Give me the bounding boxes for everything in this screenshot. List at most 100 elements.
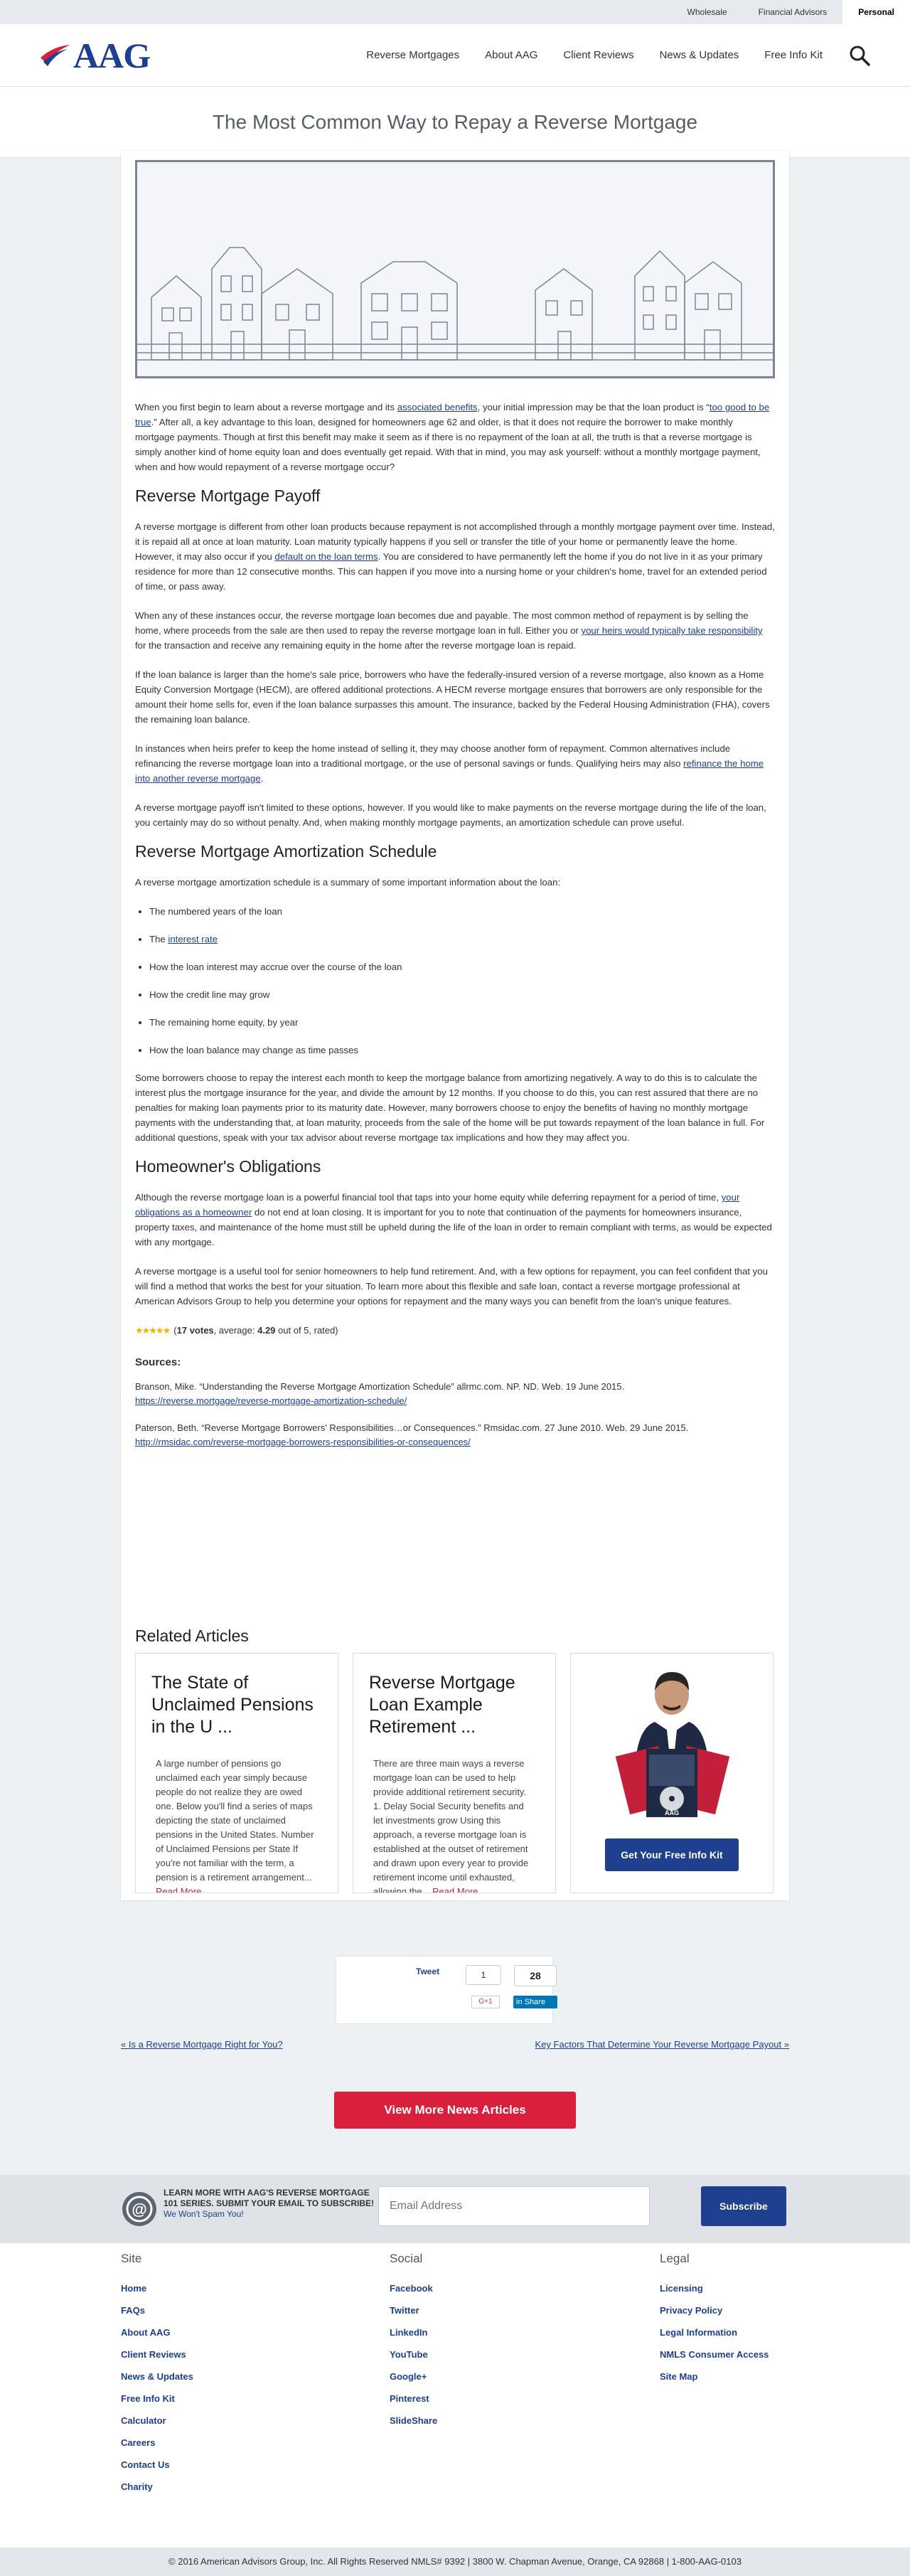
info-kit-promo: AAG Get Your Free Info Kit: [570, 1653, 774, 1893]
footer-link-charity[interactable]: Charity: [121, 2481, 193, 2492]
source-entry: Paterson, Beth. “Reverse Mortgage Borrow…: [135, 1421, 775, 1449]
footer-link-licensing[interactable]: Licensing: [660, 2283, 769, 2294]
aag-logo[interactable]: AAG: [39, 35, 151, 76]
footer-link-contact[interactable]: Contact Us: [121, 2459, 193, 2470]
utility-wholesale[interactable]: Wholesale: [672, 0, 743, 24]
footer-link-slideshare[interactable]: SlideShare: [390, 2415, 437, 2426]
link-heirs-responsibility[interactable]: your heirs would typically take responsi…: [581, 625, 762, 636]
related-card[interactable]: Reverse Mortgage Loan Example Retirement…: [353, 1653, 556, 1893]
utility-personal[interactable]: Personal: [842, 0, 910, 24]
nav-reverse-mortgages[interactable]: Reverse Mortgages: [366, 49, 459, 61]
amort-list: The numbered years of the loan The inter…: [149, 904, 775, 1058]
oblig-p1-text-a: Although the reverse mortgage loan is a …: [135, 1192, 722, 1203]
related-card-excerpt: There are three main ways a reverse mort…: [373, 1757, 535, 1893]
nav-news-updates[interactable]: News & Updates: [660, 49, 739, 61]
email-at-icon: @: [122, 2192, 156, 2226]
payoff-paragraph-2: When any of these instances occur, the r…: [135, 608, 775, 653]
intro-text-c: .” After all, a key advantage to this lo…: [135, 417, 761, 472]
rating-average: 4.29: [257, 1325, 276, 1336]
article-body: When you first begin to learn about a re…: [135, 400, 775, 1462]
link-associated-benefits[interactable]: associated benefits: [397, 402, 478, 413]
related-card-title[interactable]: Reverse Mortgage Loan Example Retirement…: [369, 1672, 540, 1738]
rating-text-b: , average:: [213, 1325, 258, 1336]
related-articles-title: Related Articles: [135, 1627, 249, 1645]
payoff-p4-text-a: In instances when heirs prefer to keep t…: [135, 743, 731, 769]
payoff-paragraph-1: A reverse mortgage is different from oth…: [135, 519, 775, 594]
main-nav: Reverse Mortgages About AAG Client Revie…: [366, 44, 871, 67]
source-citation: Paterson, Beth. “Reverse Mortgage Borrow…: [135, 1422, 689, 1433]
footer-link-sitemap[interactable]: Site Map: [660, 2371, 769, 2382]
amort-paragraph-1: A reverse mortgage amortization schedule…: [135, 877, 561, 888]
intro-paragraph: When you first begin to learn about a re…: [135, 400, 775, 474]
footer-legal-title: Legal: [660, 2252, 690, 2265]
page-title-bar: The Most Common Way to Repay a Reverse M…: [0, 87, 910, 158]
view-more-news-button[interactable]: View More News Articles: [334, 2092, 576, 2129]
rating-text: (17 votes, average: 4.29 out of 5, rated…: [173, 1323, 338, 1338]
post-rating: ★★★★★ (17 votes, average: 4.29 out of 5,…: [135, 1323, 775, 1338]
footer-link-legal-info[interactable]: Legal Information: [660, 2327, 769, 2338]
linkedin-share-button[interactable]: in Share: [513, 1996, 557, 2008]
previous-post-link[interactable]: « Is a Reverse Mortgage Right for You?: [121, 2039, 283, 2050]
copyright-bar: © 2016 American Advisors Group, Inc. All…: [0, 2548, 910, 2576]
footer-legal-column: Legal Licensing Privacy Policy Legal Inf…: [660, 2243, 769, 2393]
nav-about-aag[interactable]: About AAG: [485, 49, 537, 61]
read-more-link[interactable]: Read More: [432, 1886, 478, 1893]
email-input[interactable]: [378, 2186, 650, 2226]
list-item: How the credit line may grow: [149, 987, 775, 1002]
next-post-link[interactable]: Key Factors That Determine Your Reverse …: [535, 2039, 789, 2050]
subscribe-button[interactable]: Subscribe: [701, 2186, 786, 2226]
payoff-paragraph-3: If the loan balance is larger than the h…: [135, 669, 770, 725]
footer-site-title: Site: [121, 2252, 142, 2265]
related-card[interactable]: The State of Unclaimed Pensions in the U…: [135, 1653, 338, 1893]
get-free-info-kit-button[interactable]: Get Your Free Info Kit: [605, 1838, 739, 1871]
footer-link-about[interactable]: About AAG: [121, 2327, 193, 2338]
footer-link-nmls[interactable]: NMLS Consumer Access: [660, 2349, 769, 2360]
utility-financial-advisors[interactable]: Financial Advisors: [743, 0, 843, 24]
intro-text-b: , your initial impression may be that th…: [477, 402, 710, 413]
footer-link-privacy[interactable]: Privacy Policy: [660, 2305, 769, 2316]
footer-link-google-plus[interactable]: Google+: [390, 2371, 437, 2382]
nav-client-reviews[interactable]: Client Reviews: [563, 49, 633, 61]
sources-title: Sources:: [135, 1356, 181, 1368]
footer-link-facebook[interactable]: Facebook: [390, 2283, 437, 2294]
source-link[interactable]: http://rmsidac.com/reverse-mortgage-borr…: [135, 1437, 471, 1447]
link-default-on-loan-terms[interactable]: default on the loan terms: [274, 551, 378, 562]
read-more-link[interactable]: Read More: [156, 1886, 201, 1893]
rating-text-c: out of 5, rated): [275, 1325, 338, 1336]
payoff-p2-text-b: for the transaction and receive any rema…: [135, 640, 577, 651]
tweet-button[interactable]: Tweet: [416, 1966, 439, 1976]
footer-link-client-reviews[interactable]: Client Reviews: [121, 2349, 193, 2360]
footer-link-faqs[interactable]: FAQs: [121, 2305, 193, 2316]
houses-drawing: [137, 247, 773, 361]
related-card-excerpt-text: A large number of pensions go unclaimed …: [156, 1758, 314, 1883]
oblig-paragraph-2: A reverse mortgage is a useful tool for …: [135, 1266, 768, 1306]
newsletter-signup: @ LEARN MORE WITH AAG'S REVERSE MORTGAGE…: [0, 2175, 910, 2243]
list-item: How the loan balance may change as time …: [149, 1043, 775, 1058]
search-icon[interactable]: [848, 44, 871, 67]
source-link[interactable]: https://reverse.mortgage/reverse-mortgag…: [135, 1395, 407, 1406]
footer-link-calculator[interactable]: Calculator: [121, 2415, 193, 2426]
tweet-count: 1: [466, 1965, 501, 1985]
footer-link-home[interactable]: Home: [121, 2283, 193, 2294]
newsletter-line-2: 101 SERIES. SUBMIT YOUR EMAIL TO SUBSCRI…: [164, 2198, 375, 2208]
google-plus-button[interactable]: G+1: [471, 1996, 500, 2008]
utility-bar: Wholesale Financial Advisors Personal: [0, 0, 910, 24]
rating-stars-icon[interactable]: ★★★★★: [135, 1323, 171, 1338]
newsletter-text: LEARN MORE WITH AAG'S REVERSE MORTGAGE 1…: [164, 2188, 374, 2220]
logo-swoosh-icon: [41, 44, 70, 66]
footer-link-twitter[interactable]: Twitter: [390, 2305, 437, 2316]
nav-free-info-kit[interactable]: Free Info Kit: [764, 49, 823, 61]
link-interest-rate[interactable]: interest rate: [168, 934, 218, 944]
svg-text:@: @: [132, 2200, 146, 2218]
footer-link-youtube[interactable]: YouTube: [390, 2349, 437, 2360]
footer-link-linkedin[interactable]: LinkedIn: [390, 2327, 437, 2338]
article-card: When you first begin to learn about a re…: [121, 151, 789, 1900]
rating-votes: 17 votes: [176, 1325, 214, 1336]
footer-link-news[interactable]: News & Updates: [121, 2371, 193, 2382]
footer-link-pinterest[interactable]: Pinterest: [390, 2393, 437, 2404]
footer-link-free-info-kit[interactable]: Free Info Kit: [121, 2393, 193, 2404]
related-card-title[interactable]: The State of Unclaimed Pensions in the U…: [151, 1672, 322, 1738]
list-item: The remaining home equity, by year: [149, 1015, 775, 1030]
footer-link-careers[interactable]: Careers: [121, 2437, 193, 2448]
spokesman-info-kit-image: AAG: [615, 1672, 730, 1817]
